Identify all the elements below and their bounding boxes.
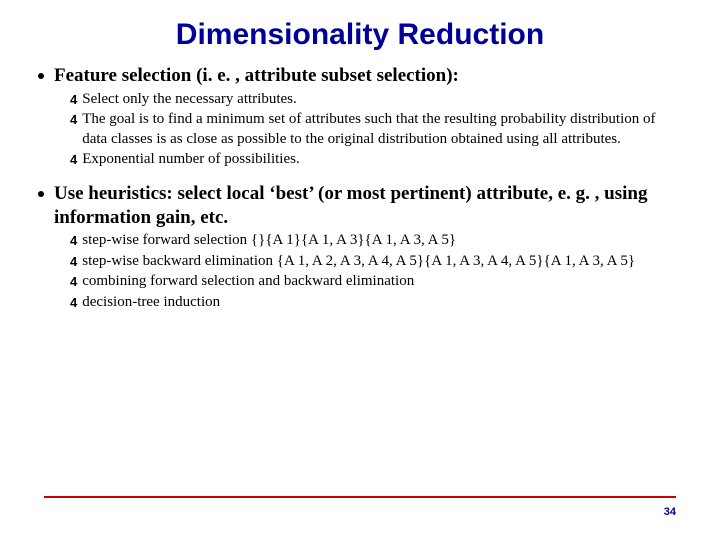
- bullet-1: Feature selection (i. e. , attribute sub…: [38, 64, 682, 88]
- sub-bullet: 4 The goal is to find a minimum set of a…: [70, 110, 682, 149]
- sub-bullet-text: decision-tree induction: [82, 293, 220, 313]
- sub-bullet: 4 combining forward selection and backwa…: [70, 272, 682, 292]
- sublist-1: 4 Select only the necessary attributes. …: [70, 90, 682, 170]
- sub-bullet-text: step-wise backward elimination {A 1, A 2…: [82, 252, 635, 272]
- sub-bullet: 4 Select only the necessary attributes.: [70, 90, 682, 110]
- sub-bullet: 4 step-wise backward elimination {A 1, A…: [70, 252, 682, 272]
- sub-marker-icon: 4: [70, 254, 75, 269]
- bullet-1-text: Feature selection (i. e. , attribute sub…: [54, 64, 459, 88]
- sub-marker-icon: 4: [70, 152, 75, 167]
- sub-bullet: 4 step-wise forward selection {}{A 1}{A …: [70, 231, 682, 251]
- bullet-dot-icon: [38, 191, 44, 197]
- bullet-2-text: Use heuristics: select local ‘best’ (or …: [54, 182, 682, 230]
- footer-divider: [44, 496, 676, 498]
- page-number: 34: [664, 506, 676, 518]
- sub-bullet-text: combining forward selection and backward…: [82, 272, 414, 292]
- sublist-2: 4 step-wise forward selection {}{A 1}{A …: [70, 231, 682, 312]
- sub-marker-icon: 4: [70, 92, 75, 107]
- sub-bullet: 4 Exponential number of possibilities.: [70, 150, 682, 170]
- sub-marker-icon: 4: [70, 233, 75, 248]
- sub-marker-icon: 4: [70, 112, 75, 127]
- slide-title: Dimensionality Reduction: [38, 18, 682, 52]
- bullet-dot-icon: [38, 73, 44, 79]
- sub-bullet: 4 decision-tree induction: [70, 293, 682, 313]
- sub-marker-icon: 4: [70, 274, 75, 289]
- sub-bullet-text: Exponential number of possibilities.: [82, 150, 299, 170]
- sub-bullet-text: The goal is to find a minimum set of att…: [82, 110, 682, 149]
- sub-bullet-text: Select only the necessary attributes.: [82, 90, 297, 110]
- sub-bullet-text: step-wise forward selection {}{A 1}{A 1,…: [82, 231, 456, 251]
- sub-marker-icon: 4: [70, 295, 75, 310]
- bullet-2: Use heuristics: select local ‘best’ (or …: [38, 182, 682, 230]
